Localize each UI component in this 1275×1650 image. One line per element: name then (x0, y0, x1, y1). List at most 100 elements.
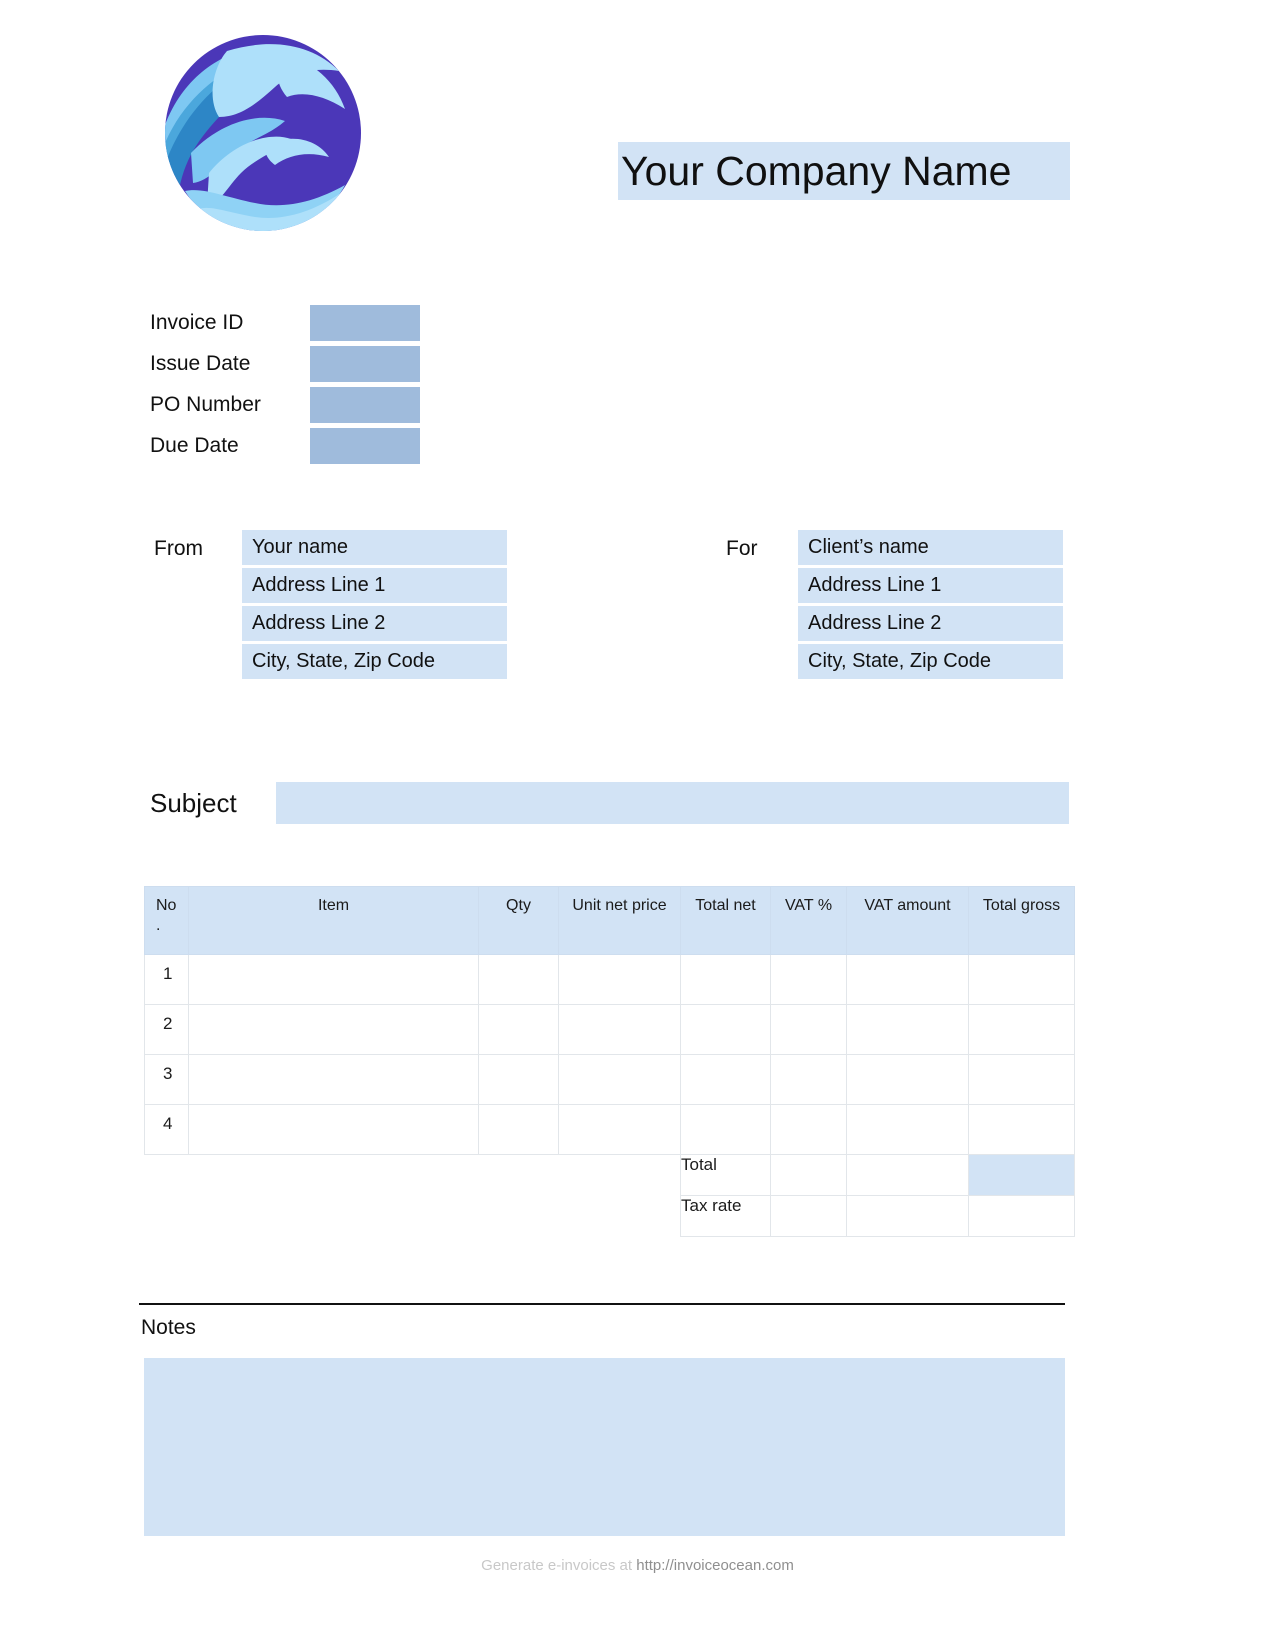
summary-total-spacer-qty (479, 1155, 559, 1196)
summary-total-vat-amount[interactable] (846, 1154, 969, 1196)
table-row: 2 (144, 1004, 1075, 1055)
summary-total-spacer-item (189, 1155, 479, 1196)
summary-tax-rate-label: Tax rate (680, 1195, 771, 1237)
row-3-unit-net-price[interactable] (558, 1054, 681, 1105)
meta-label-due-date: Due Date (150, 434, 239, 457)
notes-input[interactable] (144, 1358, 1065, 1536)
row-3-no: 3 (144, 1054, 189, 1105)
table-row: 4 (144, 1104, 1075, 1155)
row-1-vat-percent[interactable] (770, 954, 847, 1005)
summary-tax-spacer-qty (479, 1196, 559, 1237)
row-4-unit-net-price[interactable] (558, 1104, 681, 1155)
row-3-total-gross[interactable] (968, 1054, 1075, 1105)
party-from-city-state-zip[interactable]: City, State, Zip Code (242, 644, 507, 679)
meta-field-po-number[interactable] (310, 387, 420, 423)
footer-url[interactable]: http://invoiceocean.com (636, 1557, 794, 1574)
row-4-no: 4 (144, 1104, 189, 1155)
party-for-fields: Client’s name Address Line 1 Address Lin… (798, 530, 1063, 679)
summary-tax-rate-vat-percent[interactable] (770, 1195, 847, 1237)
summary-total-spacer-unit (559, 1155, 681, 1196)
meta-row-due-date: Due Date (150, 428, 420, 469)
column-header-vat-percent: VAT % (770, 886, 847, 955)
row-3-vat-percent[interactable] (770, 1054, 847, 1105)
column-header-total-gross: Total gross (968, 886, 1075, 955)
column-header-vat-amount: VAT amount (846, 886, 969, 955)
subject-row: Subject (150, 782, 1069, 824)
column-header-no: No. (144, 886, 189, 955)
summary-tax-spacer-unit (559, 1196, 681, 1237)
column-header-no-text: No (156, 897, 177, 914)
column-header-item: Item (188, 886, 479, 955)
row-2-qty[interactable] (478, 1004, 559, 1055)
summary-tax-rate-total-gross[interactable] (968, 1195, 1075, 1237)
party-for-address-2[interactable]: Address Line 2 (798, 606, 1063, 641)
column-header-unit-net-price: Unit net price (558, 886, 681, 955)
summary-row-tax-rate: Tax rate (145, 1195, 1075, 1237)
party-for-city-state-zip[interactable]: City, State, Zip Code (798, 644, 1063, 679)
summary-row-total: Total (145, 1154, 1075, 1196)
company-logo (163, 33, 363, 233)
subject-label: Subject (150, 787, 237, 818)
summary-tax-rate-vat-amount[interactable] (846, 1195, 969, 1237)
row-3-total-net[interactable] (680, 1054, 771, 1105)
party-for: For Client’s name Address Line 1 Address… (726, 530, 1063, 679)
row-4-qty[interactable] (478, 1104, 559, 1155)
row-2-vat-amount[interactable] (846, 1004, 969, 1055)
row-2-item[interactable] (188, 1004, 479, 1055)
row-4-vat-percent[interactable] (770, 1104, 847, 1155)
invoice-page: Your Company Name Invoice ID Issue Date … (0, 0, 1275, 1650)
row-3-item[interactable] (188, 1054, 479, 1105)
row-4-vat-amount[interactable] (846, 1104, 969, 1155)
row-2-no: 2 (144, 1004, 189, 1055)
party-for-label: For (726, 537, 758, 560)
line-items-table: No. Item Qty Unit net price Total net VA… (144, 886, 1075, 1237)
row-4-total-gross[interactable] (968, 1104, 1075, 1155)
row-1-total-gross[interactable] (968, 954, 1075, 1005)
row-1-item[interactable] (188, 954, 479, 1005)
summary-total-label: Total (680, 1154, 771, 1196)
table-header-row: No. Item Qty Unit net price Total net VA… (144, 886, 1075, 955)
party-from-address-2[interactable]: Address Line 2 (242, 606, 507, 641)
table-row: 3 (144, 1054, 1075, 1105)
row-2-unit-net-price[interactable] (558, 1004, 681, 1055)
meta-field-invoice-id[interactable] (310, 305, 420, 341)
row-1-total-net[interactable] (680, 954, 771, 1005)
party-from: From Your name Address Line 1 Address Li… (154, 530, 507, 679)
row-1-qty[interactable] (478, 954, 559, 1005)
footer: Generate e-invoices at http://invoiceoce… (0, 1557, 1275, 1574)
table-row: 1 (144, 954, 1075, 1005)
row-2-total-gross[interactable] (968, 1004, 1075, 1055)
summary-tax-spacer-item (189, 1196, 479, 1237)
party-for-name[interactable]: Client’s name (798, 530, 1063, 565)
subject-input[interactable] (276, 782, 1069, 824)
row-4-item[interactable] (188, 1104, 479, 1155)
column-header-total-net: Total net (680, 886, 771, 955)
company-name[interactable]: Your Company Name (618, 142, 1070, 200)
column-header-no-dot: . (156, 917, 161, 934)
row-2-total-net[interactable] (680, 1004, 771, 1055)
meta-label-issue-date: Issue Date (150, 352, 251, 375)
row-1-vat-amount[interactable] (846, 954, 969, 1005)
notes-label: Notes (141, 1316, 196, 1339)
row-2-vat-percent[interactable] (770, 1004, 847, 1055)
summary-total-total-gross[interactable] (968, 1154, 1075, 1196)
party-from-address-1[interactable]: Address Line 1 (242, 568, 507, 603)
row-4-total-net[interactable] (680, 1104, 771, 1155)
meta-field-due-date[interactable] (310, 428, 420, 464)
summary-total-vat-percent[interactable] (770, 1154, 847, 1196)
meta-row-invoice-id: Invoice ID (150, 305, 420, 346)
row-3-vat-amount[interactable] (846, 1054, 969, 1105)
party-from-label: From (154, 537, 203, 560)
party-from-name[interactable]: Your name (242, 530, 507, 565)
meta-label-po-number: PO Number (150, 393, 261, 416)
column-header-qty: Qty (478, 886, 559, 955)
meta-row-po-number: PO Number (150, 387, 420, 428)
meta-field-issue-date[interactable] (310, 346, 420, 382)
row-1-unit-net-price[interactable] (558, 954, 681, 1005)
meta-row-issue-date: Issue Date (150, 346, 420, 387)
party-for-address-1[interactable]: Address Line 1 (798, 568, 1063, 603)
row-3-qty[interactable] (478, 1054, 559, 1105)
notes-divider (139, 1303, 1065, 1305)
meta-label-invoice-id: Invoice ID (150, 311, 244, 334)
invoice-meta: Invoice ID Issue Date PO Number Due Date (150, 305, 420, 469)
